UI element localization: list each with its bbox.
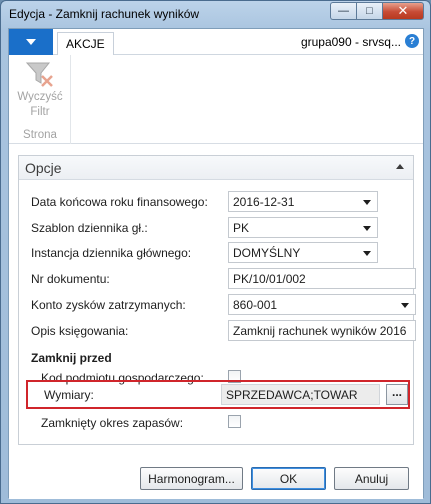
options-panel: Opcje Data końcowa roku finansowego: 201… [18, 155, 416, 445]
row-nr-dokumentu: Nr dokumentu: PK/10/01/002 [27, 268, 416, 290]
collapse-chevron-icon[interactable] [396, 164, 404, 169]
row-szablon: Szablon dziennika gł.: PK [27, 217, 409, 239]
label-szablon: Szablon dziennika gł.: [31, 221, 148, 235]
dialog-buttons: Harmonogram... OK Anuluj [140, 467, 409, 490]
minimize-button[interactable]: — [330, 2, 356, 20]
szablon-field[interactable]: PK [228, 217, 378, 238]
company-name: grupa090 - srvsq... [300, 35, 401, 49]
wymiary-highlight: Wymiary: SPRZEDAWCA;TOWAR ... [26, 380, 410, 409]
app-menu-button[interactable] [9, 29, 53, 55]
section-zamknij-przed: Zamknij przed [31, 351, 112, 365]
label-data-koncowa: Data końcowa roku finansowego: [31, 195, 208, 209]
dropdown-arrow-icon[interactable] [401, 303, 409, 308]
label-wymiary: Wymiary: [44, 388, 94, 402]
help-icon[interactable]: ? [405, 34, 419, 48]
clear-filter-icon [25, 62, 53, 87]
ribbon-group-label: Strona [23, 129, 57, 141]
clear-filter-button[interactable]: Wyczyść Filtr [13, 59, 67, 121]
row-zapasy: Zamknięty okres zapasów: [27, 412, 409, 434]
nr-dokumentu-input[interactable]: PK/10/01/002 [228, 268, 416, 289]
ribbon-tabs: AKCJE grupa090 - srvsq... ? [9, 29, 423, 55]
row-instancja: Instancja dziennika głównego: DOMYŚLNY [27, 242, 409, 264]
opis-input[interactable]: Zamknij rachunek wyników 2016 [228, 320, 416, 341]
title-bar[interactable]: Edycja - Zamknij rachunek wyników — □ ✕ [1, 1, 430, 27]
ok-button[interactable]: OK [251, 467, 326, 490]
konto-value: 860-001 [233, 298, 278, 312]
label-nr-dokumentu: Nr dokumentu: [31, 272, 110, 286]
label-instancja: Instancja dziennika głównego: [31, 246, 192, 260]
dialog-content: Opcje Data końcowa roku finansowego: 201… [9, 145, 423, 499]
row-konto: Konto zysków zatrzymanych: 860-001 [27, 294, 416, 316]
label-konto: Konto zysków zatrzymanych: [31, 298, 186, 312]
dropdown-arrow-icon[interactable] [363, 226, 371, 231]
tab-akcje[interactable]: AKCJE [57, 32, 114, 55]
clear-filter-label-2: Filtr [30, 106, 50, 118]
ribbon-group-strona: Wyczyść Filtr Strona [9, 55, 71, 144]
row-opis: Opis księgowania: Zamknij rachunek wynik… [27, 320, 416, 342]
instancja-value: DOMYŚLNY [233, 246, 301, 260]
client-area: AKCJE grupa090 - srvsq... ? Wyczyść Filt… [8, 28, 424, 499]
dropdown-arrow-icon[interactable] [363, 251, 371, 256]
label-zapasy: Zamknięty okres zapasów: [41, 416, 184, 430]
options-panel-title: Opcje [25, 160, 62, 176]
konto-field[interactable]: 860-001 [228, 294, 416, 315]
wymiary-field[interactable]: SPRZEDAWCA;TOWAR [221, 384, 380, 405]
cancel-button[interactable]: Anuluj [334, 467, 409, 490]
label-opis: Opis księgowania: [31, 324, 129, 338]
szablon-value: PK [233, 221, 250, 235]
dialog-window: Edycja - Zamknij rachunek wyników — □ ✕ … [0, 0, 431, 504]
row-data-koncowa: Data końcowa roku finansowego: 2016-12-3… [27, 191, 409, 213]
options-panel-header[interactable]: Opcje [19, 156, 413, 180]
wymiary-lookup-button[interactable]: ... [386, 384, 408, 405]
chevron-down-icon [26, 39, 36, 45]
close-button[interactable]: ✕ [382, 2, 424, 20]
instancja-field[interactable]: DOMYŚLNY [228, 242, 378, 263]
dropdown-arrow-icon[interactable] [363, 200, 371, 205]
data-koncowa-field[interactable]: 2016-12-31 [228, 191, 378, 212]
window-controls: — □ ✕ [330, 2, 424, 20]
zapasy-checkbox[interactable] [228, 415, 241, 428]
clear-filter-label-1: Wyczyść [17, 91, 63, 103]
harmonogram-button[interactable]: Harmonogram... [140, 467, 243, 490]
maximize-button[interactable]: □ [356, 2, 382, 20]
window-title: Edycja - Zamknij rachunek wyników [9, 7, 200, 21]
data-koncowa-value: 2016-12-31 [233, 195, 295, 209]
ribbon-body: Wyczyść Filtr Strona [9, 55, 423, 144]
